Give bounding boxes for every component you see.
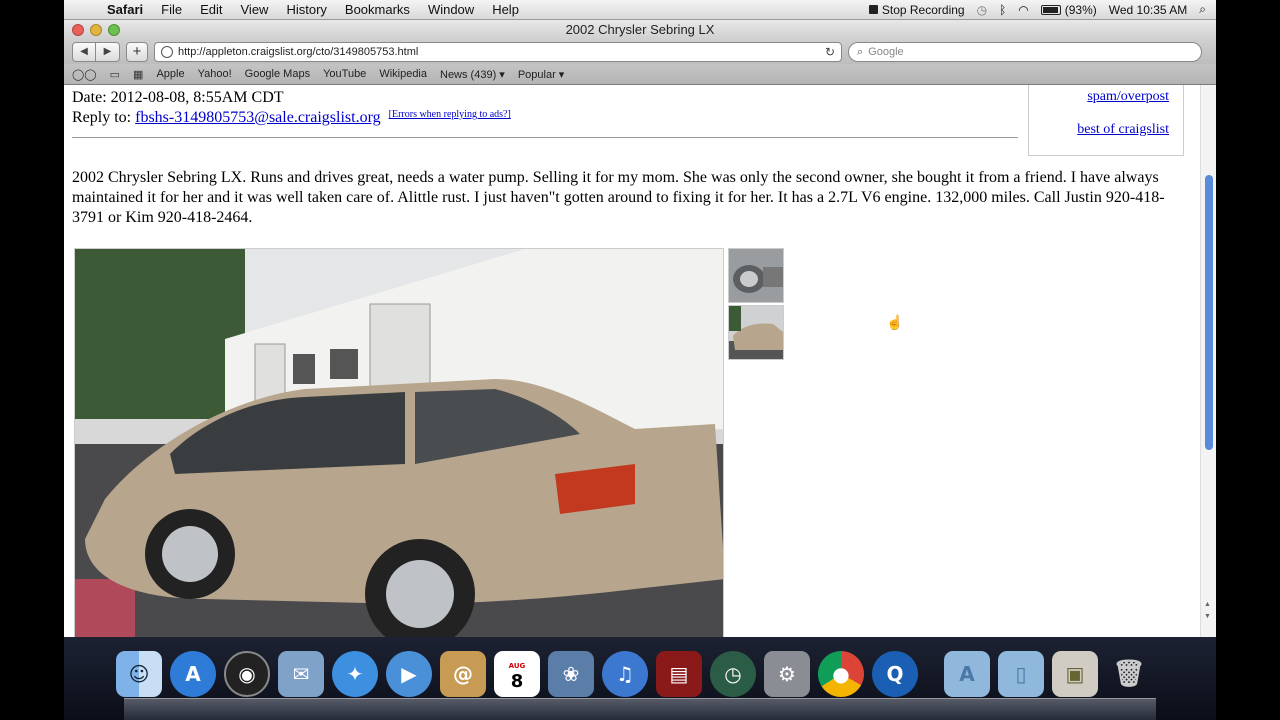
- bookmark-yahoo[interactable]: Yahoo!: [198, 68, 232, 80]
- bookmark-apple[interactable]: Apple: [156, 68, 184, 80]
- thumbnail-interior[interactable]: [728, 248, 784, 303]
- reply-to-line: Reply to: fbshs-3149805753@sale.craigsli…: [72, 109, 511, 127]
- menu-help[interactable]: Help: [483, 2, 528, 17]
- bluetooth-icon[interactable]: ᛒ: [999, 3, 1006, 17]
- thumbnail-rear-image: [729, 306, 783, 359]
- page-content: Date: 2012-08-08, 8:55AM CDT Reply to: f…: [64, 85, 1216, 637]
- dashboard-icon[interactable]: ◉: [224, 651, 270, 697]
- posting-date: Date: 2012-08-08, 8:55AM CDT: [72, 89, 284, 106]
- errors-replying-link[interactable]: [Errors when replying to ads?]: [389, 109, 511, 120]
- finder-icon[interactable]: ☺: [116, 651, 162, 697]
- menu-app-safari[interactable]: Safari: [98, 2, 152, 17]
- applications-folder-icon[interactable]: A: [944, 651, 990, 697]
- back-button[interactable]: ◀: [72, 42, 96, 62]
- menu-file[interactable]: File: [152, 2, 191, 17]
- downloads-stack-icon[interactable]: ▣: [1052, 651, 1098, 697]
- scroll-up-arrow-icon[interactable]: ▲: [1204, 600, 1211, 608]
- safari-icon[interactable]: ✦: [332, 651, 378, 697]
- reading-list-icon[interactable]: ◯◯: [72, 68, 97, 81]
- menu-history[interactable]: History: [277, 2, 335, 17]
- mail-icon[interactable]: ✉: [278, 651, 324, 697]
- car-photo-illustration: [75, 249, 723, 637]
- iphoto-icon[interactable]: ❀: [548, 651, 594, 697]
- menu-window[interactable]: Window: [419, 2, 483, 17]
- menu-bookmarks[interactable]: Bookmarks: [336, 2, 419, 17]
- facetime-icon[interactable]: ▶: [386, 651, 432, 697]
- wifi-icon[interactable]: ◠: [1018, 3, 1028, 17]
- documents-folder-icon[interactable]: ▯: [998, 651, 1044, 697]
- minimize-window-button[interactable]: [90, 24, 102, 36]
- itunes-icon[interactable]: ♫: [602, 651, 648, 697]
- calendar-icon[interactable]: AUG 8: [494, 651, 540, 697]
- stop-recording-button[interactable]: Stop Recording: [868, 2, 965, 17]
- dock-shelf: [124, 698, 1156, 720]
- clock[interactable]: Wed 10:35 AM: [1109, 3, 1188, 17]
- calendar-day: 8: [510, 671, 524, 692]
- forward-button[interactable]: ▶: [96, 42, 120, 62]
- thumbnail-rear[interactable]: [728, 305, 784, 360]
- posting-body: 2002 Chrysler Sebring LX. Runs and drive…: [72, 169, 1165, 226]
- time-machine-dock-icon[interactable]: ◷: [710, 651, 756, 697]
- reply-to-label: Reply to:: [72, 109, 132, 126]
- quicktime-icon[interactable]: Q: [872, 651, 918, 697]
- battery-status[interactable]: (93%): [1040, 2, 1097, 17]
- address-bar[interactable]: http://appleton.craigslist.org/cto/31498…: [154, 42, 842, 62]
- photo-booth-icon[interactable]: ▤: [656, 651, 702, 697]
- menu-view[interactable]: View: [232, 2, 278, 17]
- thumbnail-interior-image: [729, 249, 783, 302]
- flag-box: spam/overpost best of craigslist: [1028, 85, 1184, 156]
- battery-icon: [1040, 4, 1061, 15]
- divider: [72, 137, 1018, 138]
- window-title: 2002 Chrysler Sebring LX: [565, 22, 715, 37]
- title-bar: 2002 Chrysler Sebring LX: [64, 20, 1216, 40]
- browser-toolbar: ◀ ▶ + http://appleton.craigslist.org/cto…: [64, 40, 1216, 64]
- app-store-icon[interactable]: A: [170, 651, 216, 697]
- search-placeholder: Google: [868, 46, 904, 58]
- main-car-photo[interactable]: [74, 248, 724, 637]
- contacts-icon[interactable]: @: [440, 651, 486, 697]
- scrollbar-thumb[interactable]: [1205, 175, 1213, 450]
- site-globe-icon: [161, 46, 173, 58]
- trash-icon[interactable]: 🗑: [1106, 651, 1152, 697]
- close-window-button[interactable]: [72, 24, 84, 36]
- time-machine-icon[interactable]: ◷: [977, 3, 987, 17]
- dock: ☺ A ◉ ✉ ✦ ▶ @ AUG 8 ❀ ♫ ▤ ◷ ⚙ ● Q A ▯ ▣ …: [64, 637, 1216, 720]
- dock-separator: [926, 651, 936, 697]
- chrome-icon[interactable]: ●: [818, 651, 864, 697]
- bookmark-youtube[interactable]: YouTube: [323, 68, 366, 80]
- spam-overpost-link[interactable]: spam/overpost: [1087, 89, 1169, 105]
- reload-icon[interactable]: ↻: [825, 45, 835, 59]
- search-field[interactable]: ⌕ Google: [848, 42, 1202, 62]
- menu-edit[interactable]: Edit: [191, 2, 231, 17]
- reply-email-link[interactable]: fbshs-3149805753@sale.craigslist.org: [135, 109, 381, 126]
- best-of-craigslist-link[interactable]: best of craigslist: [1077, 122, 1169, 138]
- search-icon: ⌕: [857, 45, 864, 58]
- vertical-scrollbar[interactable]: ▲ ▼: [1200, 85, 1216, 637]
- scroll-down-arrow-icon[interactable]: ▼: [1204, 612, 1211, 620]
- bookmark-wikipedia[interactable]: Wikipedia: [379, 68, 427, 80]
- stop-icon: [868, 5, 878, 14]
- hand-cursor-icon: ☝: [886, 316, 904, 331]
- top-sites-icon[interactable]: ▦: [133, 68, 143, 81]
- system-preferences-icon[interactable]: ⚙: [764, 651, 810, 697]
- bookmark-popular[interactable]: Popular ▾: [518, 68, 565, 81]
- stop-recording-label: Stop Recording: [881, 2, 965, 17]
- safari-window: 2002 Chrysler Sebring LX ◀ ▶ + http://ap…: [64, 20, 1216, 637]
- menu-bar: Safari File Edit View History Bookmarks …: [64, 0, 1216, 20]
- add-bookmark-button[interactable]: +: [126, 42, 148, 62]
- url-text[interactable]: http://appleton.craigslist.org/cto/31498…: [178, 46, 820, 58]
- spotlight-search-icon[interactable]: ⌕: [1199, 2, 1206, 17]
- bookmarks-bar: ◯◯ ▭ ▦ Apple Yahoo! Google Maps YouTube …: [64, 64, 1216, 85]
- bookmark-google-maps[interactable]: Google Maps: [245, 68, 310, 80]
- show-bookmarks-icon[interactable]: ▭: [110, 68, 120, 81]
- bookmark-news[interactable]: News (439) ▾: [440, 68, 505, 81]
- battery-percent: (93%): [1064, 2, 1097, 17]
- zoom-window-button[interactable]: [108, 24, 120, 36]
